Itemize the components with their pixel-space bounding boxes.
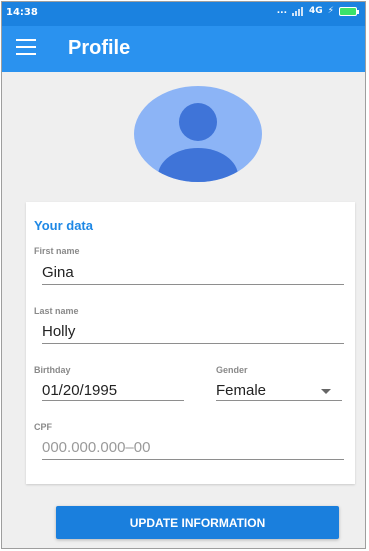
section-title: Your data	[34, 218, 93, 233]
last-name-field[interactable]: Holly	[42, 323, 75, 340]
chevron-down-icon[interactable]	[321, 389, 331, 394]
app-bar: Profile	[2, 26, 365, 72]
signal-icon	[292, 6, 304, 16]
last-name-underline	[42, 343, 344, 344]
status-icons: ... 4G ⚡	[276, 6, 359, 16]
birthday-underline	[42, 400, 184, 401]
birthday-label: Birthday	[34, 365, 71, 375]
hamburger-menu-icon[interactable]	[16, 39, 36, 57]
first-name-label: First name	[34, 246, 80, 256]
last-name-label: Last name	[34, 306, 79, 316]
charging-icon: ⚡	[327, 6, 334, 16]
phone-screen: 14:38 ... 4G ⚡ Profile Your data First n…	[1, 1, 366, 549]
cpf-field[interactable]: 000.000.000–00	[42, 439, 150, 456]
cpf-label: CPF	[34, 422, 52, 432]
first-name-underline	[42, 284, 344, 285]
update-information-button[interactable]: UPDATE INFORMATION	[56, 506, 339, 539]
birthday-field[interactable]: 01/20/1995	[42, 382, 117, 399]
profile-form-card: Your data First name Gina Last name Holl…	[26, 202, 355, 484]
status-bar: 14:38 ... 4G ⚡	[2, 2, 365, 26]
gender-label: Gender	[216, 365, 248, 375]
network-type: 4G	[309, 6, 323, 16]
cpf-underline	[42, 459, 344, 460]
first-name-field[interactable]: Gina	[42, 264, 74, 281]
gender-select[interactable]: Female	[216, 382, 266, 399]
gender-underline	[216, 400, 342, 401]
account-circle-icon	[134, 86, 262, 182]
page-title: Profile	[68, 37, 131, 59]
notification-dots-icon: ...	[276, 6, 288, 16]
battery-icon	[339, 6, 359, 16]
status-time: 14:38	[6, 7, 38, 18]
